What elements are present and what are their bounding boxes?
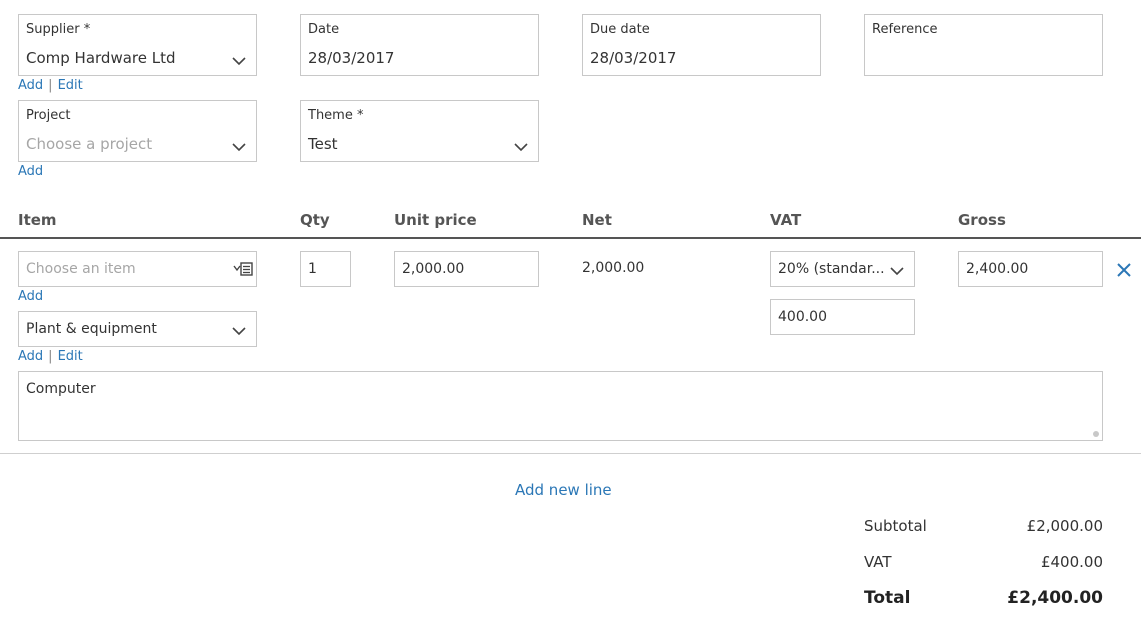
total-label: Total [864,588,911,608]
vat-total-value: £400.00 [1040,553,1103,571]
column-header-gross: Gross [958,211,1006,229]
column-header-net: Net [582,211,612,229]
column-header-unit-price: Unit price [394,211,477,229]
header-divider [0,237,1141,239]
chevron-down-icon [232,57,246,66]
item-add-link[interactable]: Add [18,289,43,304]
subtotal-label: Subtotal [864,517,927,535]
column-header-qty: Qty [300,211,330,229]
description-textarea[interactable]: Computer [18,371,1103,441]
project-links: Add [18,163,43,179]
chevron-down-icon [514,143,528,152]
vat-total-label: VAT [864,553,892,571]
vat-rate-value: 20% (standar... [778,261,885,277]
date-field[interactable]: Date 28/03/2017 [300,14,539,76]
theme-select[interactable]: Theme * Test [300,100,539,162]
theme-value: Test [308,135,338,153]
gross-value: 2,400.00 [966,261,1029,277]
reference-field[interactable]: Reference [864,14,1103,76]
theme-label: Theme * [308,108,364,123]
item-select[interactable]: Choose an item [18,251,257,287]
supplier-links: Add | Edit [18,77,83,93]
supplier-label: Supplier * [26,22,91,37]
supplier-add-link[interactable]: Add [18,78,43,93]
close-icon[interactable] [1116,262,1132,278]
item-links: Add [18,288,43,304]
total-value: £2,400.00 [1007,588,1103,608]
project-add-link[interactable]: Add [18,164,43,179]
column-header-vat: VAT [770,211,802,229]
resize-grip-icon[interactable] [1092,430,1100,438]
chevron-down-icon [232,143,246,152]
reference-label: Reference [872,22,938,37]
vat-rate-select[interactable]: 20% (standar... [770,251,915,287]
due-date-label: Due date [590,22,650,37]
supplier-value: Comp Hardware Ltd [26,49,176,67]
due-date-value: 28/03/2017 [590,49,677,67]
vat-amount-value: 400.00 [778,309,827,325]
category-edit-link[interactable]: Edit [58,349,83,364]
line-divider [0,453,1141,454]
due-date-field[interactable]: Due date 28/03/2017 [582,14,821,76]
category-value: Plant & equipment [26,321,157,337]
net-value: 2,000.00 [582,260,645,276]
date-label: Date [308,22,340,37]
qty-input[interactable]: 1 [300,251,351,287]
add-new-line-link[interactable]: Add new line [515,481,612,499]
chevron-down-icon [232,327,246,336]
gross-input[interactable]: 2,400.00 [958,251,1103,287]
project-select[interactable]: Project Choose a project [18,100,257,162]
link-separator: | [48,349,53,364]
vat-amount-input[interactable]: 400.00 [770,299,915,335]
date-value: 28/03/2017 [308,49,395,67]
subtotal-value: £2,000.00 [1026,517,1103,535]
category-add-link[interactable]: Add [18,349,43,364]
category-links: Add | Edit [18,348,83,364]
project-placeholder: Choose a project [26,135,153,153]
supplier-edit-link[interactable]: Edit [58,78,83,93]
category-select[interactable]: Plant & equipment [18,311,257,347]
chevron-down-icon [890,267,904,276]
qty-value: 1 [308,261,317,277]
project-label: Project [26,108,71,123]
unit-price-input[interactable]: 2,000.00 [394,251,539,287]
unit-price-value: 2,000.00 [402,261,465,277]
link-separator: | [48,78,53,93]
description-value: Computer [26,381,96,397]
item-list-icon[interactable] [233,262,253,276]
item-placeholder: Choose an item [26,261,136,277]
supplier-select[interactable]: Supplier * Comp Hardware Ltd [18,14,257,76]
column-header-item: Item [18,211,57,229]
